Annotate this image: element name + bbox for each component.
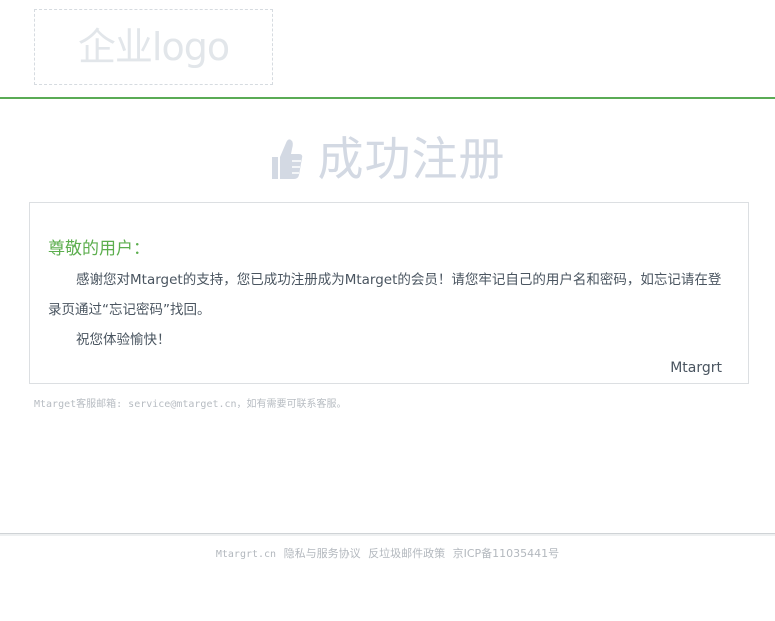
footer-privacy-link[interactable]: 隐私与服务协议 <box>284 547 361 560</box>
greeting: 尊敬的用户： <box>48 239 150 259</box>
footer-divider-shadow <box>0 534 775 536</box>
success-banner: 成功注册 <box>0 128 775 190</box>
message-card: 尊敬的用户： 感谢您对Mtarget的支持，您已成功注册成为Mtarget的会员… <box>29 202 749 384</box>
logo-text: 企业logo <box>77 25 230 69</box>
footer-icp[interactable]: 京ICP备11035441号 <box>453 547 560 560</box>
thumbs-up-icon <box>271 139 302 179</box>
header-divider <box>0 97 775 99</box>
closing-wish: 祝您体验愉快！ <box>76 332 171 348</box>
header: 企业logo <box>0 0 775 97</box>
footer: Mtargrt.cn 隐私与服务协议 反垃圾邮件政策 京ICP备11035441… <box>0 546 775 563</box>
signature: Mtargrt <box>670 360 722 376</box>
registration-success-page: 企业logo 成功注册 尊敬的用户： 感谢您对Mtarget的支持，您已成功注册… <box>0 0 775 621</box>
message-body: 感谢您对Mtarget的支持，您已成功注册成为Mtarget的会员！请您牢记自己… <box>48 272 722 318</box>
footer-domain[interactable]: Mtargrt.cn <box>216 549 276 560</box>
footer-antispam-link[interactable]: 反垃圾邮件政策 <box>368 547 445 560</box>
company-logo[interactable]: 企业logo <box>34 9 273 85</box>
contact-note: Mtarget客服邮箱: service@mtarget.cn，如有需要可联系客… <box>34 399 347 410</box>
success-title: 成功注册 <box>317 132 506 186</box>
